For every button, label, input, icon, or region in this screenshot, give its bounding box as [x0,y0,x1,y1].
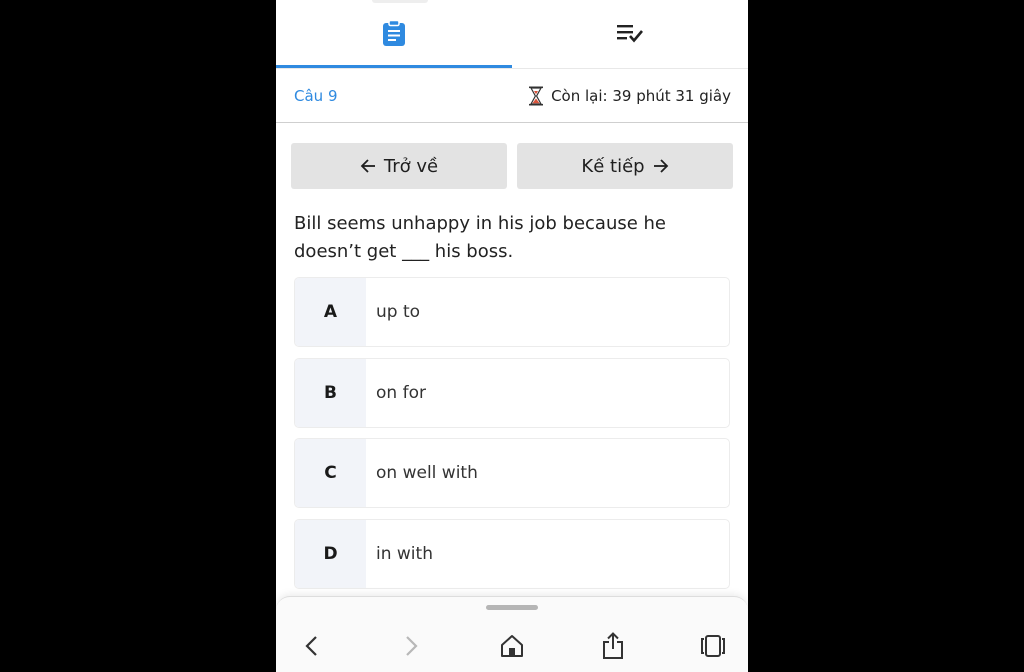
back-button[interactable]: Trở về [291,143,507,189]
phone-screen: Câu 9 Còn lại: 39 phút 31 giây Trở về Kế… [276,0,748,672]
forward-icon [406,636,418,656]
browser-back-button[interactable] [293,629,329,663]
home-icon [501,635,523,657]
option-text: in with [376,544,433,564]
option-a[interactable]: A up to [294,277,730,347]
share-icon [603,632,623,659]
option-letter: B [295,359,366,427]
browser-toolbar [276,596,748,672]
option-b[interactable]: B on for [294,358,730,428]
option-text: on for [376,383,426,403]
hourglass-icon [529,86,544,106]
checklist-icon [617,25,643,43]
next-button[interactable]: Kế tiếp [517,143,733,189]
status-bar: Câu 9 Còn lại: 39 phút 31 giây [276,68,748,123]
browser-share-button[interactable] [595,629,631,663]
toolbar-grab-handle[interactable] [486,605,538,610]
countdown-timer: Còn lại: 39 phút 31 giây [528,86,731,106]
option-letter: C [295,439,366,507]
question-number: Câu 9 [294,87,338,105]
back-button-label: Trở về [383,155,439,177]
next-button-label: Kế tiếp [581,155,645,177]
tabs-icon [701,635,725,657]
browser-tabs-button[interactable] [695,629,731,663]
timer-text: Còn lại: 39 phút 31 giây [551,87,731,105]
option-c[interactable]: C on well with [294,438,730,508]
clipboard-icon [383,20,405,46]
option-letter: D [295,520,366,588]
option-text: up to [376,302,421,322]
option-d[interactable]: D in with [294,519,730,589]
browser-forward-button[interactable] [394,629,430,663]
arrow-right-icon [653,159,668,173]
option-letter: A [295,278,366,346]
back-icon [305,636,317,656]
tab-question[interactable] [276,0,512,66]
tab-bar [276,0,748,69]
option-text: on well with [376,463,478,483]
browser-home-button[interactable] [494,629,530,663]
tab-checklist[interactable] [512,0,748,66]
arrow-left-icon [360,159,375,173]
question-text: Bill seems unhappy in his job because he… [294,213,667,262]
